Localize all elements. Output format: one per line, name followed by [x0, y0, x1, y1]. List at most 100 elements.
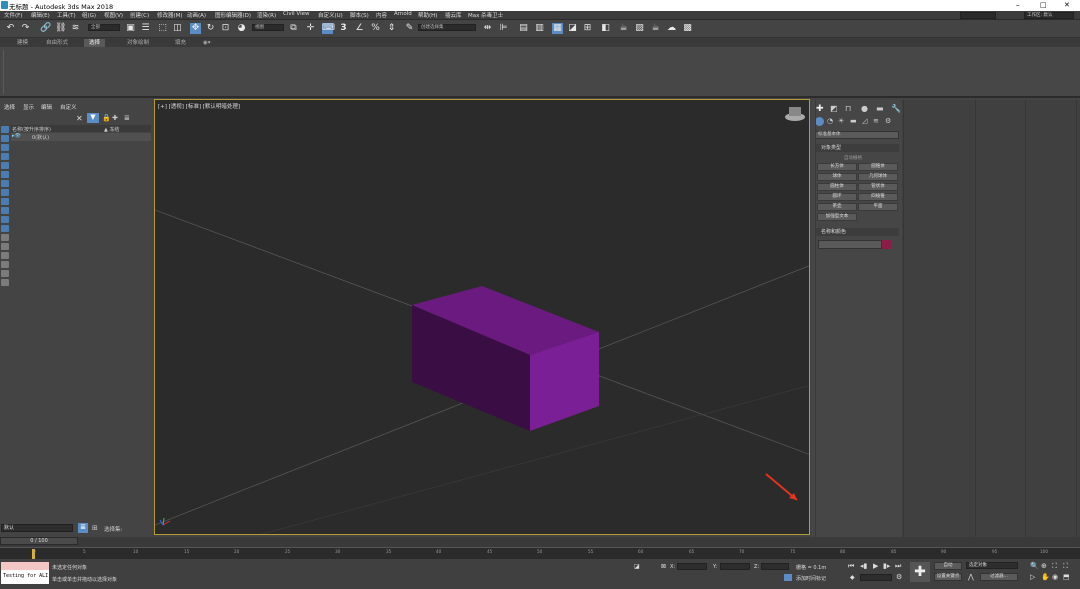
display-invert-icon[interactable] [1, 261, 9, 268]
track-bar[interactable]: 0 5 10 15 20 25 30 35 40 45 50 55 60 65 … [0, 547, 1080, 559]
menu-tools[interactable]: 工具(T) [57, 11, 76, 19]
tab-modeling[interactable]: 建模 [12, 39, 33, 47]
selection-set-icon[interactable]: ⊞ [92, 524, 98, 532]
menu-edit[interactable]: 编辑(E) [31, 11, 50, 19]
tab-populate[interactable]: 填充 [170, 39, 191, 47]
y-coord-field[interactable] [720, 563, 750, 570]
shapes-icon[interactable]: ◔ [827, 117, 833, 125]
display-hidden-icon[interactable] [1, 234, 9, 241]
set-key-big-icon[interactable]: ✚ [910, 562, 930, 582]
zoom-icon[interactable]: 🔍 [1030, 562, 1039, 570]
display-none-icon[interactable] [1, 252, 9, 259]
select-manipulate-icon[interactable]: ✛ [305, 23, 316, 34]
spacewarps-icon[interactable]: ≋ [873, 117, 879, 125]
goto-start-icon[interactable]: ⏮ [848, 562, 854, 571]
menu-graph-editors[interactable]: 图形编辑器(D) [215, 11, 251, 19]
time-tag-icon[interactable] [784, 574, 792, 581]
display-geometry-icon[interactable] [1, 135, 9, 142]
zoom-extents-all-icon[interactable]: ⛶ [1063, 562, 1068, 571]
pivot-center-icon[interactable]: ⧉ [288, 23, 299, 34]
perspective-viewport[interactable]: [+] [透视] [标准] [默认明暗处理] [154, 99, 810, 535]
add-layer-icon[interactable]: ✚ [112, 114, 118, 122]
display-bones-icon[interactable] [1, 207, 9, 214]
menu-group[interactable]: 组(G) [82, 11, 96, 19]
scene-menu-edit[interactable]: 编辑 [41, 103, 52, 111]
cone-button[interactable]: 圆锥体 [858, 163, 898, 171]
z-coord-field[interactable] [761, 563, 789, 570]
zoom-extents-icon[interactable]: ⛶ [1052, 562, 1057, 571]
layer-stack-icon[interactable]: ≣ [124, 114, 130, 122]
utilities-tab-icon[interactable]: 🔧 [891, 104, 901, 113]
toggle-ribbon-icon[interactable]: ▥ [534, 23, 545, 34]
display-xrefs-icon[interactable] [1, 198, 9, 205]
display-frozen-icon[interactable] [1, 225, 9, 232]
teapot-button[interactable]: 茶壶 [817, 203, 857, 211]
angle-snap-icon[interactable]: ∠ [354, 23, 365, 34]
display-tab-icon[interactable]: ▬ [876, 104, 884, 113]
systems-icon[interactable]: ⚙ [885, 117, 891, 125]
display-all-icon[interactable] [1, 126, 9, 133]
pan-icon[interactable]: ✋ [1041, 573, 1050, 581]
undo-icon[interactable]: ↶ [5, 23, 16, 34]
menu-civil-view[interactable]: Civil View [283, 11, 309, 17]
display-shapes-icon[interactable] [1, 144, 9, 151]
x-coord-field[interactable] [677, 563, 707, 570]
pyramid-button[interactable]: 四棱锥 [858, 193, 898, 201]
key-filters-button[interactable]: 过滤器... [980, 573, 1018, 581]
display-spacewarps-icon[interactable] [1, 180, 9, 187]
display-helpers-icon[interactable] [1, 171, 9, 178]
motion-tab-icon[interactable]: ● [861, 104, 868, 113]
bind-spacewarp-icon[interactable]: ≋ [70, 23, 81, 34]
geometry-icon[interactable] [815, 117, 824, 126]
reference-coord-dropdown[interactable]: 视图 [252, 24, 284, 31]
rollout-name-color[interactable]: 名称和颜色 [815, 228, 899, 236]
maximize-button[interactable]: □ [1040, 1, 1047, 9]
cylinder-button[interactable]: 圆柱体 [817, 183, 857, 191]
menu-content[interactable]: 内容 [376, 11, 387, 19]
column-name-header[interactable]: 名称(按升序排序) [12, 126, 51, 133]
plane-button[interactable]: 平面 [858, 203, 898, 211]
minimize-button[interactable]: – [1016, 1, 1020, 9]
modify-tab-icon[interactable]: ◩ [830, 104, 838, 113]
autogrid-checkbox[interactable]: 自动栅格 [844, 155, 862, 161]
scene-menu-customize[interactable]: 自定义 [60, 103, 77, 111]
goto-end-icon[interactable]: ⏭ [895, 562, 901, 571]
rollout-object-type[interactable]: 对象类型 [815, 144, 899, 152]
find-case-icon[interactable] [1, 270, 9, 277]
zoom-all-icon[interactable]: ⊕ [1041, 562, 1047, 570]
create-tab-icon[interactable]: ✚ [816, 104, 824, 114]
tab-selection[interactable]: 选择 [84, 39, 106, 47]
unlink-icon[interactable]: ⛓ [55, 23, 66, 34]
time-config-icon[interactable]: ⚙ [896, 573, 902, 581]
menu-animation[interactable]: 动画(A) [187, 11, 206, 19]
key-object-dropdown[interactable]: 选定对象 [966, 562, 1018, 569]
category-dropdown[interactable]: 标准基本体 [815, 131, 899, 139]
menu-customize[interactable]: 自定义(U) [318, 11, 343, 19]
scene-menu-select[interactable]: 选择 [4, 103, 15, 111]
lock-icon[interactable]: 🔒 [102, 114, 111, 122]
curve-editor-icon[interactable]: ◪ [567, 23, 578, 34]
named-selection-set-dropdown[interactable]: 创建选择集 [418, 24, 476, 31]
absolute-mode-icon[interactable]: ⊠ [661, 563, 666, 570]
selection-filter-dropdown[interactable]: 全部 [88, 24, 120, 31]
menu-max-antivirus[interactable]: Max 杀毒卫士 [468, 11, 503, 19]
key-tangent-icon[interactable]: ⋀ [968, 573, 974, 581]
render-setup-icon[interactable]: ☕ [618, 23, 629, 34]
select-scale-icon[interactable]: ⊡ [220, 23, 231, 34]
filter-icon[interactable]: ▼ [87, 113, 99, 123]
tube-button[interactable]: 管状体 [858, 183, 898, 191]
link-icon[interactable]: 🔗 [40, 23, 51, 34]
render-iterative-icon[interactable]: ▩ [682, 23, 693, 34]
display-all-toggle-icon[interactable] [1, 243, 9, 250]
menu-modifiers[interactable]: 修改器(M) [157, 11, 183, 19]
menu-plugin-cloud[interactable]: 插云库 [445, 11, 462, 19]
edit-named-selection-icon[interactable]: ✎ [404, 23, 415, 34]
select-by-name-icon[interactable]: ☰ [140, 23, 151, 34]
rect-selection-icon[interactable]: ⬚ [157, 23, 168, 34]
tab-object-paint[interactable]: 对象绘制 [122, 39, 154, 47]
maximize-viewport-icon[interactable]: ⬒ [1063, 573, 1070, 581]
layer-explorer-icon[interactable]: ▤ [518, 23, 529, 34]
menu-help[interactable]: 帮助(H) [418, 11, 437, 19]
set-key-button[interactable]: 设置关键点 [934, 573, 962, 581]
window-crossing-icon[interactable]: ◫ [172, 23, 183, 34]
